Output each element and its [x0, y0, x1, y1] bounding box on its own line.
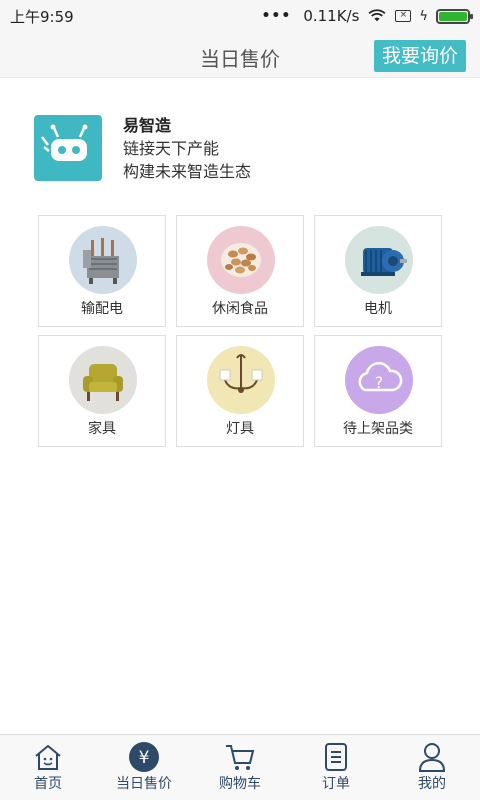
category-label: 家具	[88, 421, 116, 437]
cloud-question-icon: ?	[345, 346, 413, 414]
wall-lamp-image	[207, 346, 275, 414]
no-sim-icon: ×	[395, 10, 412, 22]
inquire-button[interactable]: 我要询价	[373, 40, 466, 72]
app-header: 当日售价 我要询价	[0, 32, 480, 78]
category-pending[interactable]: ? 待上架品类	[314, 335, 442, 447]
status-indicators: ••• 0.11K/s × ϟ	[261, 7, 473, 25]
brand-slogan-1: 链接天下产能	[123, 139, 220, 158]
nav-label: 我的	[418, 776, 446, 792]
nav-label: 首页	[34, 776, 62, 792]
category-motor[interactable]: 电机	[314, 215, 442, 327]
order-list-icon	[325, 743, 347, 771]
snack-food-image	[207, 226, 275, 294]
svg-text:?: ?	[375, 373, 384, 392]
home-icon	[35, 744, 61, 770]
cart-icon	[226, 745, 255, 770]
brand-slogan-2: 构建未来智造生态	[123, 162, 252, 181]
category-label: 休闲食品	[212, 301, 268, 317]
nav-label: 当日售价	[116, 776, 172, 792]
svg-text:¥: ¥	[139, 748, 150, 768]
brand-text: 易智造 链接天下产能 构建未来智造生态	[123, 115, 251, 183]
yen-icon: ¥	[129, 742, 159, 772]
bottom-navigation: 首页 ¥ 当日售价 购物车 订单 我的	[0, 734, 480, 800]
user-icon	[418, 743, 446, 772]
category-furniture[interactable]: 家具	[38, 335, 166, 447]
category-snacks[interactable]: 休闲食品	[176, 215, 304, 327]
status-time: 上午9:59	[10, 7, 74, 26]
brand-logo	[34, 115, 102, 181]
category-label: 电机	[364, 301, 392, 317]
brand-name: 易智造	[123, 116, 172, 135]
transformer-image	[69, 226, 137, 294]
more-dots-icon: •••	[261, 8, 292, 24]
armchair-image	[69, 346, 137, 414]
battery-icon	[436, 8, 473, 24]
electric-motor-image	[345, 226, 413, 294]
robot-logo-icon	[41, 124, 88, 161]
charging-bolt-icon: ϟ	[419, 8, 428, 24]
wifi-icon	[368, 9, 386, 22]
network-speed: 0.11K/s	[303, 7, 360, 25]
nav-daily-price[interactable]: ¥ 当日售价	[96, 735, 192, 800]
category-transmission[interactable]: 输配电	[38, 215, 166, 327]
nav-orders[interactable]: 订单	[288, 735, 384, 800]
nav-cart[interactable]: 购物车	[192, 735, 288, 800]
nav-mine[interactable]: 我的	[384, 735, 480, 800]
category-label: 待上架品类	[343, 421, 413, 437]
category-label: 输配电	[81, 301, 123, 317]
nav-label: 订单	[322, 776, 350, 792]
brand-section: 易智造 链接天下产能 构建未来智造生态	[34, 115, 454, 185]
status-bar: 上午9:59 ••• 0.11K/s × ϟ	[0, 0, 480, 32]
nav-home[interactable]: 首页	[0, 735, 96, 800]
category-lamps[interactable]: 灯具	[176, 335, 304, 447]
nav-label: 购物车	[219, 776, 261, 792]
category-label: 灯具	[226, 421, 254, 437]
